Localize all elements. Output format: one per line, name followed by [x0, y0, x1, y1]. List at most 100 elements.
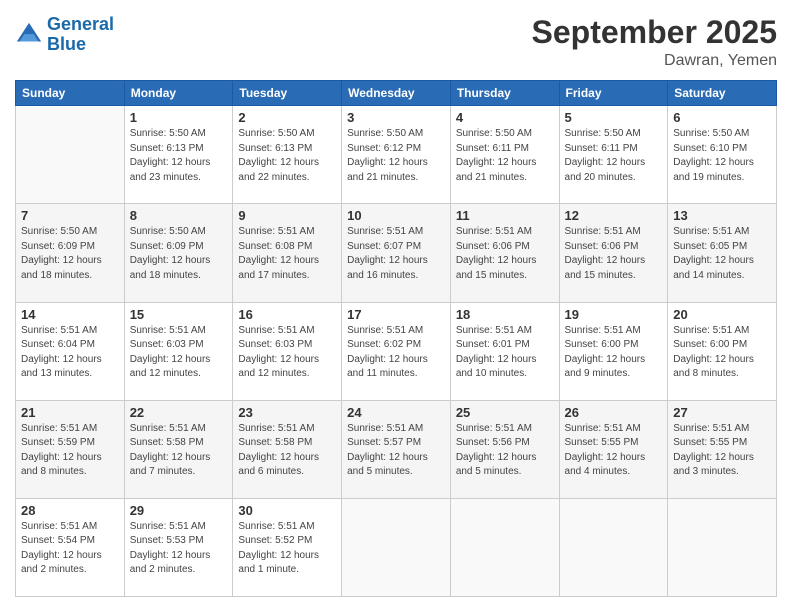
day-number: 11	[456, 208, 554, 223]
calendar-cell: 7 Sunrise: 5:50 AMSunset: 6:09 PMDaylight…	[16, 204, 125, 302]
day-number: 13	[673, 208, 771, 223]
day-number: 18	[456, 307, 554, 322]
calendar-week-row: 21 Sunrise: 5:51 AMSunset: 5:59 PMDayligh…	[16, 400, 777, 498]
calendar-cell: 3 Sunrise: 5:50 AMSunset: 6:12 PMDaylight…	[342, 106, 451, 204]
calendar-cell: 15Sunrise: 5:51 AMSunset: 6:03 PMDayligh…	[124, 302, 233, 400]
day-number: 23	[238, 405, 336, 420]
header: General Blue September 2025 Dawran, Yeme…	[15, 15, 777, 70]
day-number: 15	[130, 307, 228, 322]
col-wednesday: Wednesday	[342, 81, 451, 106]
calendar-week-row: 14 Sunrise: 5:51 AMSunset: 6:04 PMDayligh…	[16, 302, 777, 400]
logo-text: General Blue	[47, 15, 114, 55]
calendar-cell: 4 Sunrise: 5:50 AMSunset: 6:11 PMDaylight…	[450, 106, 559, 204]
sun-info: Sunrise: 5:50 AMSunset: 6:09 PMDaylight:…	[21, 225, 119, 283]
sun-info: Sunrise: 5:50 AMSunset: 6:12 PMDaylight:…	[347, 127, 445, 185]
month-title: September 2025	[532, 15, 777, 50]
sun-info: Sunrise: 5:50 AMSunset: 6:13 PMDaylight:…	[238, 127, 336, 185]
calendar-cell: 27 Sunrise: 5:51 AMSunset: 5:55 PMDayligh…	[668, 400, 777, 498]
day-number: 21	[21, 405, 119, 420]
calendar-cell: 9 Sunrise: 5:51 AMSunset: 6:08 PMDaylight…	[233, 204, 342, 302]
calendar-cell	[559, 498, 668, 596]
day-number: 4	[456, 110, 554, 125]
col-monday: Monday	[124, 81, 233, 106]
location: Dawran, Yemen	[532, 52, 777, 70]
logo-icon	[15, 21, 43, 49]
calendar-cell: 26Sunrise: 5:51 AMSunset: 5:55 PMDayligh…	[559, 400, 668, 498]
day-number: 20	[673, 307, 771, 322]
calendar-cell: 16Sunrise: 5:51 AMSunset: 6:03 PMDayligh…	[233, 302, 342, 400]
sun-info: Sunrise: 5:51 AMSunset: 6:08 PMDaylight:…	[238, 225, 336, 283]
day-number: 8	[130, 208, 228, 223]
day-number: 5	[565, 110, 663, 125]
day-number: 3	[347, 110, 445, 125]
day-number: 27	[673, 405, 771, 420]
calendar-table: Sunday Monday Tuesday Wednesday Thursday…	[15, 80, 777, 597]
day-number: 7	[21, 208, 119, 223]
day-number: 9	[238, 208, 336, 223]
day-number: 16	[238, 307, 336, 322]
sun-info: Sunrise: 5:51 AMSunset: 5:56 PMDaylight:…	[456, 422, 554, 480]
sun-info: Sunrise: 5:51 AMSunset: 6:00 PMDaylight:…	[565, 324, 663, 382]
calendar-cell	[16, 106, 125, 204]
sun-info: Sunrise: 5:51 AMSunset: 6:07 PMDaylight:…	[347, 225, 445, 283]
calendar-cell	[342, 498, 451, 596]
sun-info: Sunrise: 5:51 AMSunset: 5:55 PMDaylight:…	[673, 422, 771, 480]
sun-info: Sunrise: 5:51 AMSunset: 5:58 PMDaylight:…	[238, 422, 336, 480]
sun-info: Sunrise: 5:51 AMSunset: 5:52 PMDaylight:…	[238, 520, 336, 578]
col-thursday: Thursday	[450, 81, 559, 106]
day-number: 30	[238, 503, 336, 518]
calendar-cell: 19 Sunrise: 5:51 AMSunset: 6:00 PMDayligh…	[559, 302, 668, 400]
calendar-week-row: 28 Sunrise: 5:51 AMSunset: 5:54 PMDayligh…	[16, 498, 777, 596]
day-number: 19	[565, 307, 663, 322]
sun-info: Sunrise: 5:50 AMSunset: 6:11 PMDaylight:…	[565, 127, 663, 185]
day-number: 10	[347, 208, 445, 223]
calendar-cell: 28 Sunrise: 5:51 AMSunset: 5:54 PMDayligh…	[16, 498, 125, 596]
sun-info: Sunrise: 5:51 AMSunset: 6:06 PMDaylight:…	[565, 225, 663, 283]
calendar-cell: 18 Sunrise: 5:51 AMSunset: 6:01 PMDayligh…	[450, 302, 559, 400]
sun-info: Sunrise: 5:51 AMSunset: 5:58 PMDaylight:…	[130, 422, 228, 480]
sun-info: Sunrise: 5:50 AMSunset: 6:10 PMDaylight:…	[673, 127, 771, 185]
day-number: 24	[347, 405, 445, 420]
calendar-cell	[450, 498, 559, 596]
sun-info: Sunrise: 5:50 AMSunset: 6:13 PMDaylight:…	[130, 127, 228, 185]
day-number: 14	[21, 307, 119, 322]
day-number: 28	[21, 503, 119, 518]
sun-info: Sunrise: 5:51 AMSunset: 5:57 PMDaylight:…	[347, 422, 445, 480]
sun-info: Sunrise: 5:51 AMSunset: 5:54 PMDaylight:…	[21, 520, 119, 578]
calendar-cell: 13Sunrise: 5:51 AMSunset: 6:05 PMDayligh…	[668, 204, 777, 302]
page: General Blue September 2025 Dawran, Yeme…	[0, 0, 792, 612]
sun-info: Sunrise: 5:51 AMSunset: 6:04 PMDaylight:…	[21, 324, 119, 382]
calendar-cell: 17Sunrise: 5:51 AMSunset: 6:02 PMDayligh…	[342, 302, 451, 400]
day-number: 26	[565, 405, 663, 420]
sun-info: Sunrise: 5:51 AMSunset: 5:59 PMDaylight:…	[21, 422, 119, 480]
day-number: 12	[565, 208, 663, 223]
day-number: 29	[130, 503, 228, 518]
calendar-cell: 1Sunrise: 5:50 AMSunset: 6:13 PMDaylight…	[124, 106, 233, 204]
calendar-week-row: 7 Sunrise: 5:50 AMSunset: 6:09 PMDaylight…	[16, 204, 777, 302]
day-number: 2	[238, 110, 336, 125]
sun-info: Sunrise: 5:50 AMSunset: 6:11 PMDaylight:…	[456, 127, 554, 185]
sun-info: Sunrise: 5:51 AMSunset: 5:53 PMDaylight:…	[130, 520, 228, 578]
calendar-cell: 20Sunrise: 5:51 AMSunset: 6:00 PMDayligh…	[668, 302, 777, 400]
calendar-cell: 24 Sunrise: 5:51 AMSunset: 5:57 PMDayligh…	[342, 400, 451, 498]
sun-info: Sunrise: 5:51 AMSunset: 6:01 PMDaylight:…	[456, 324, 554, 382]
calendar-cell	[668, 498, 777, 596]
col-friday: Friday	[559, 81, 668, 106]
calendar-cell: 2 Sunrise: 5:50 AMSunset: 6:13 PMDaylight…	[233, 106, 342, 204]
sun-info: Sunrise: 5:51 AMSunset: 6:02 PMDaylight:…	[347, 324, 445, 382]
calendar-cell: 21 Sunrise: 5:51 AMSunset: 5:59 PMDayligh…	[16, 400, 125, 498]
day-number: 22	[130, 405, 228, 420]
calendar-cell: 22 Sunrise: 5:51 AMSunset: 5:58 PMDayligh…	[124, 400, 233, 498]
day-number: 25	[456, 405, 554, 420]
calendar-cell: 6 Sunrise: 5:50 AMSunset: 6:10 PMDaylight…	[668, 106, 777, 204]
sun-info: Sunrise: 5:51 AMSunset: 6:06 PMDaylight:…	[456, 225, 554, 283]
calendar-cell: 23 Sunrise: 5:51 AMSunset: 5:58 PMDayligh…	[233, 400, 342, 498]
calendar-cell: 29 Sunrise: 5:51 AMSunset: 5:53 PMDayligh…	[124, 498, 233, 596]
calendar-week-row: 1Sunrise: 5:50 AMSunset: 6:13 PMDaylight…	[16, 106, 777, 204]
calendar-cell: 30 Sunrise: 5:51 AMSunset: 5:52 PMDayligh…	[233, 498, 342, 596]
col-tuesday: Tuesday	[233, 81, 342, 106]
day-number: 6	[673, 110, 771, 125]
calendar-cell: 8Sunrise: 5:50 AMSunset: 6:09 PMDaylight…	[124, 204, 233, 302]
calendar-cell: 25 Sunrise: 5:51 AMSunset: 5:56 PMDayligh…	[450, 400, 559, 498]
calendar-cell: 14 Sunrise: 5:51 AMSunset: 6:04 PMDayligh…	[16, 302, 125, 400]
